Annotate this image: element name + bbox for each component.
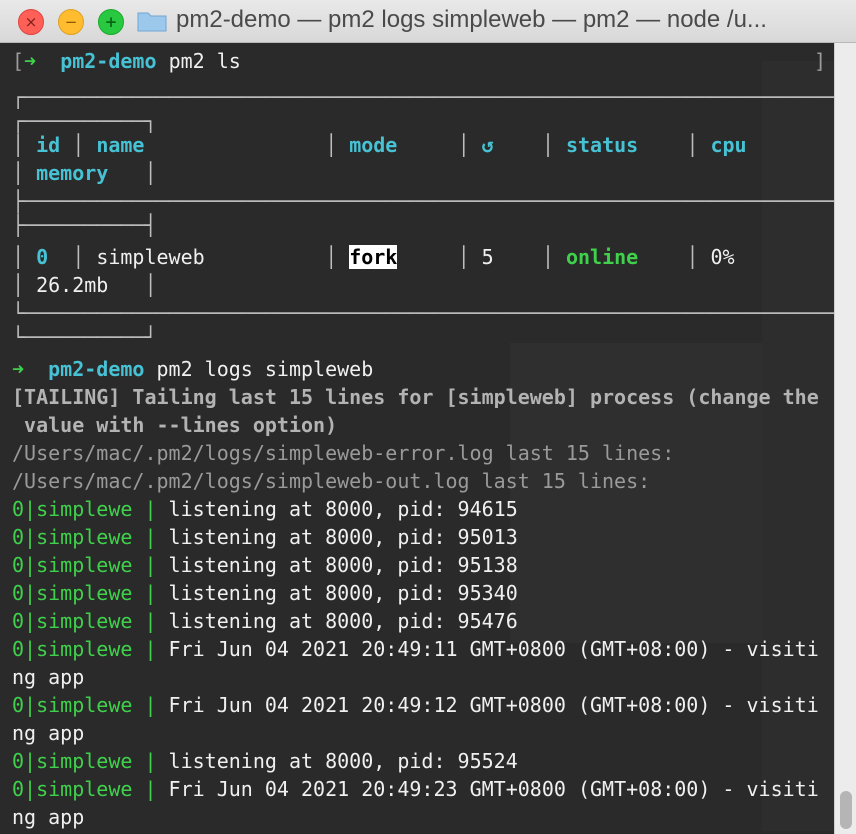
- terminal-content[interactable]: [➜ pm2-demo pm2 ls ┌────────────────────…: [0, 43, 834, 834]
- log-line: 0|simplewe | listening at 8000, pid: 951…: [12, 551, 518, 579]
- table-border-bottom2-text: └──────────┘: [12, 325, 157, 349]
- tailing-line-2: value with --lines option): [12, 413, 338, 437]
- bracket-mark: [: [12, 49, 25, 73]
- log-line-continuation: ng app: [12, 721, 85, 745]
- scrollbar-thumb[interactable]: [840, 791, 852, 829]
- log-message: Fri Jun 04 2021 20:49:23 GMT+0800 (GMT+0…: [168, 777, 819, 801]
- table-border-top2-text: ┌──────────┐: [12, 109, 157, 133]
- log-message: listening at 8000, pid: 95013: [168, 525, 518, 549]
- log-line: 0|simplewe | listening at 8000, pid: 954…: [12, 607, 518, 635]
- table-sep2-text: ├──────────┤: [12, 213, 157, 237]
- log-prefix: 0|simplewe: [12, 637, 133, 661]
- window-title: pm2-demo — pm2 logs simpleweb — pm2 — no…: [176, 6, 767, 33]
- line-wrap-mark: ]: [814, 49, 827, 73]
- log-line-continuation: ng app: [12, 665, 85, 689]
- minimize-button[interactable]: −: [58, 9, 84, 35]
- close-button[interactable]: ×: [18, 9, 44, 35]
- log-sep: |: [132, 581, 169, 605]
- terminal-window: × − + pm2-demo — pm2 logs simpleweb — pm…: [0, 0, 856, 834]
- log-message: listening at 8000, pid: 95138: [168, 553, 518, 577]
- log-line-continuation: ng app: [12, 805, 85, 829]
- table-sep-2: ├──────────┤: [12, 211, 157, 239]
- prompt-command-2: pm2 logs simpleweb: [156, 357, 374, 381]
- col-mode-header: mode: [349, 133, 398, 157]
- log-message: listening at 8000, pid: 95340: [168, 581, 518, 605]
- col-status-header: status: [565, 133, 639, 157]
- log-sep: |: [132, 609, 169, 633]
- table-border-top-text: ┌───────────────────────────────────────…: [12, 85, 834, 109]
- log-sep: |: [132, 553, 169, 577]
- table-row: │ 0 │ simpleweb │ fork │ 5 │ online │ 0%: [12, 245, 735, 269]
- row-id: 0: [36, 245, 49, 269]
- prompt-command: pm2 ls: [168, 49, 241, 73]
- row-mode: fork: [349, 245, 398, 269]
- prompt-dir-2: pm2-demo: [48, 357, 145, 381]
- col-name-header: name: [96, 133, 145, 157]
- log-sep: |: [132, 777, 169, 801]
- log-message: Fri Jun 04 2021 20:49:11 GMT+0800 (GMT+0…: [168, 637, 819, 661]
- row-status: online: [565, 245, 639, 269]
- table-border-bottom-2: └──────────┘: [12, 323, 157, 351]
- title-bar[interactable]: × − + pm2-demo — pm2 logs simpleweb — pm…: [0, 0, 856, 43]
- folder-icon: [137, 12, 167, 32]
- log-prefix: 0|simplewe: [12, 553, 133, 577]
- log-message: listening at 8000, pid: 95524: [168, 749, 518, 773]
- table-header-row: │ id │ name │ mode │ ↺ │ status │ cpu: [12, 133, 747, 157]
- log-file-out: /Users/mac/.pm2/logs/simpleweb-out.log l…: [12, 469, 651, 493]
- zoom-icon: +: [104, 13, 118, 31]
- prompt-arrow-icon-2: ➜: [12, 357, 25, 381]
- prompt-line-2: ➜ pm2-demo pm2 logs simpleweb: [12, 355, 373, 383]
- table-sep1-text: ├───────────────────────────────────────…: [12, 189, 834, 213]
- log-message: listening at 8000, pid: 94615: [168, 497, 518, 521]
- log-line: 0|simplewe | Fri Jun 04 2021 20:49:12 GM…: [12, 691, 819, 719]
- minimize-icon: −: [64, 13, 78, 31]
- log-line: 0|simplewe | Fri Jun 04 2021 20:49:11 GM…: [12, 635, 819, 663]
- log-message: listening at 8000, pid: 95476: [168, 609, 518, 633]
- col-restart-header: ↺: [481, 133, 494, 157]
- prompt-arrow-icon: ➜: [24, 49, 37, 73]
- row-memory: 26.2mb: [36, 273, 109, 297]
- row-restarts: 5: [481, 245, 494, 269]
- log-sep: |: [132, 497, 169, 521]
- prompt-line-1: [➜ pm2-demo pm2 ls: [12, 47, 241, 75]
- terminal-lines: [➜ pm2-demo pm2 ls ┌────────────────────…: [0, 43, 834, 834]
- log-sep: |: [132, 749, 169, 773]
- close-icon: ×: [24, 13, 38, 31]
- row-cpu: 0%: [710, 245, 735, 269]
- log-prefix: 0|simplewe: [12, 525, 133, 549]
- col-id-header: id: [36, 133, 61, 157]
- log-prefix: 0|simplewe: [12, 693, 133, 717]
- row-name: simpleweb: [96, 245, 205, 269]
- log-prefix: 0|simplewe: [12, 497, 133, 521]
- table-border-bottom-text: └───────────────────────────────────────…: [12, 301, 834, 325]
- log-message: Fri Jun 04 2021 20:49:12 GMT+0800 (GMT+0…: [168, 693, 819, 717]
- col-memory-header: memory: [36, 161, 109, 185]
- log-line: 0|simplewe | Fri Jun 04 2021 20:49:23 GM…: [12, 775, 819, 803]
- log-line: 0|simplewe | listening at 8000, pid: 953…: [12, 579, 518, 607]
- table-row-2: │ 26.2mb │: [12, 273, 157, 297]
- log-sep: |: [132, 637, 169, 661]
- vertical-scrollbar[interactable]: [834, 43, 856, 834]
- log-sep: |: [132, 525, 169, 549]
- log-prefix: 0|simplewe: [12, 581, 133, 605]
- prompt-dir: pm2-demo: [60, 49, 157, 73]
- col-cpu-header: cpu: [710, 133, 747, 157]
- table-header-row-2: │ memory │: [12, 161, 157, 185]
- log-prefix: 0|simplewe: [12, 749, 133, 773]
- log-prefix: 0|simplewe: [12, 609, 133, 633]
- zoom-button[interactable]: +: [98, 9, 124, 35]
- log-sep: |: [132, 693, 169, 717]
- log-file-error: /Users/mac/.pm2/logs/simpleweb-error.log…: [12, 441, 675, 465]
- log-line: 0|simplewe | listening at 8000, pid: 946…: [12, 495, 518, 523]
- tailing-line-1: [TAILING] Tailing last 15 lines for [sim…: [12, 385, 819, 409]
- log-prefix: 0|simplewe: [12, 777, 133, 801]
- log-line: 0|simplewe | listening at 8000, pid: 950…: [12, 523, 518, 551]
- log-line: 0|simplewe | listening at 8000, pid: 955…: [12, 747, 518, 775]
